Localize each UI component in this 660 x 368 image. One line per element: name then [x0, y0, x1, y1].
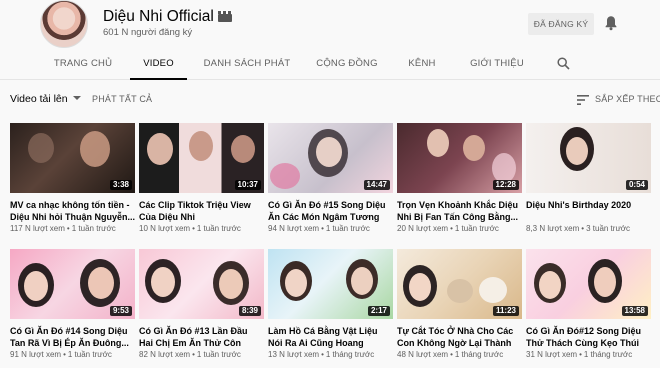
video-title[interactable]: Diệu Nhi's Birthday 2020: [526, 199, 651, 211]
upload-age: 1 tuần trước: [325, 224, 370, 233]
uploads-dropdown[interactable]: Video tải lên: [10, 92, 81, 106]
video-meta: 48 N lượt xem • 1 tháng trước: [397, 350, 504, 359]
view-count: 20 N lượt xem: [397, 224, 449, 233]
video-meta: 117 N lượt xem • 1 tuần trước: [10, 224, 116, 233]
video-thumbnail[interactable]: 3:38: [10, 123, 135, 193]
channel-header: Diệu Nhi Official 601 N người đăng ký ĐÃ…: [0, 0, 660, 48]
video-meta: 20 N lượt xem • 1 tuần trước: [397, 224, 499, 233]
channel-name-text: Diệu Nhi Official: [103, 8, 214, 25]
video-meta: 82 N lượt xem • 1 tuần trước: [139, 350, 241, 359]
video-thumbnail[interactable]: 9:53: [10, 249, 135, 319]
video-title[interactable]: Tự Cắt Tóc Ở Nhà Cho Các Con Không Ngờ L…: [397, 325, 522, 349]
video-title[interactable]: MV ca nhạc không tốn tiền - Diệu Nhi hỏi…: [10, 199, 135, 223]
video-duration: 11:23: [492, 306, 519, 316]
videos-toolbar: Video tải lên PHÁT TẤT CẢ SẮP XẾP THEO: [0, 88, 660, 112]
sort-icon[interactable]: [577, 95, 589, 105]
video-duration: 2:17: [367, 306, 390, 316]
video-duration: 14:47: [363, 180, 390, 190]
video-meta: 31 N lượt xem • 1 tháng trước: [526, 350, 633, 359]
upload-age: 1 tháng trước: [583, 350, 633, 359]
video-title[interactable]: Các Clip Tiktok Triệu View Của Diệu Nhi: [139, 199, 264, 223]
video-card[interactable]: 8:39 Có Gì Ăn Đó #13 Lần Đầu Hai Chị Em …: [139, 249, 264, 368]
view-count: 31 N lượt xem: [526, 350, 578, 359]
video-grid: 3:38 MV ca nhạc không tốn tiền - Diệu Nh…: [10, 123, 652, 368]
play-all-button[interactable]: PHÁT TẤT CẢ: [92, 93, 152, 105]
video-duration: 13:58: [621, 306, 648, 316]
upload-age: 3 tuần trước: [586, 224, 631, 233]
video-duration: 10:37: [234, 180, 261, 190]
video-thumbnail[interactable]: 10:37: [139, 123, 264, 193]
video-title[interactable]: Trọn Vẹn Khoảnh Khắc Diệu Nhi Bị Fan Tấn…: [397, 199, 522, 223]
upload-age: 1 tuần trước: [67, 350, 112, 359]
video-meta: 94 N lượt xem • 1 tuần trước: [268, 224, 370, 233]
video-meta: 10 N lượt xem • 1 tuần trước: [139, 224, 241, 233]
video-thumbnail[interactable]: 14:47: [268, 123, 393, 193]
tab-home[interactable]: TRANG CHỦ: [49, 48, 117, 80]
video-meta: 8,3 N lượt xem • 3 tuần trước: [526, 224, 631, 233]
caret-down-icon: [72, 96, 81, 100]
channel-name: Diệu Nhi Official: [103, 7, 232, 26]
video-card[interactable]: 9:53 Có Gì Ăn Đó #14 Song Diệu Tan Rã Vì…: [10, 249, 135, 368]
sort-button[interactable]: SẮP XẾP THEO: [595, 93, 660, 105]
subscriber-count: 601 N người đăng ký: [103, 27, 193, 38]
video-card[interactable]: 14:47 Có Gì Ăn Đó #15 Song Diệu Ăn Các M…: [268, 123, 393, 243]
channel-avatar[interactable]: [40, 0, 88, 48]
video-duration: 12:28: [492, 180, 519, 190]
video-thumbnail[interactable]: 11:23: [397, 249, 522, 319]
tab-video[interactable]: VIDEO: [130, 48, 187, 80]
video-duration: 9:53: [109, 306, 132, 316]
upload-age: 1 tuần trước: [71, 224, 116, 233]
video-card[interactable]: 0:54 Diệu Nhi's Birthday 2020 8,3 N lượt…: [526, 123, 651, 243]
view-count: 91 N lượt xem: [10, 350, 62, 359]
video-duration: 8:39: [238, 306, 261, 316]
view-count: 82 N lượt xem: [139, 350, 191, 359]
video-thumbnail[interactable]: 12:28: [397, 123, 522, 193]
tab-about[interactable]: GIỚI THIỆU: [465, 48, 529, 80]
video-title[interactable]: Có Gì Ăn Đó#12 Song Diệu Thử Thách Cùng …: [526, 325, 651, 349]
upload-age: 1 tháng trước: [454, 350, 504, 359]
tab-community[interactable]: CỘNG ĐỒNG: [311, 48, 383, 80]
subscribed-button[interactable]: ĐÃ ĐĂNG KÝ: [528, 13, 594, 35]
video-card[interactable]: 10:37 Các Clip Tiktok Triệu View Của Diệ…: [139, 123, 264, 243]
bell-icon[interactable]: [604, 15, 618, 31]
video-meta: 91 N lượt xem • 1 tuần trước: [10, 350, 112, 359]
upload-age: 1 tuần trước: [196, 224, 241, 233]
tab-playlists[interactable]: DANH SÁCH PHÁT: [202, 48, 292, 80]
tab-channels[interactable]: KÊNH: [401, 48, 443, 80]
video-meta: 13 N lượt xem • 1 tháng trước: [268, 350, 375, 359]
video-card[interactable]: 11:23 Tự Cắt Tóc Ở Nhà Cho Các Con Không…: [397, 249, 522, 368]
video-title[interactable]: Có Gì Ăn Đó #15 Song Diệu Ăn Các Món Ngâ…: [268, 199, 393, 223]
upload-age: 1 tháng trước: [325, 350, 375, 359]
video-title[interactable]: Làm Hồ Cá Bằng Vật Liệu Nói Ra Ai Cũng H…: [268, 325, 393, 349]
view-count: 94 N lượt xem: [268, 224, 320, 233]
video-card[interactable]: 13:58 Có Gì Ăn Đó#12 Song Diệu Thử Thách…: [526, 249, 651, 368]
upload-age: 1 tuần trước: [196, 350, 241, 359]
search-icon[interactable]: [557, 57, 570, 70]
video-card[interactable]: 3:38 MV ca nhạc không tốn tiền - Diệu Nh…: [10, 123, 135, 243]
view-count: 10 N lượt xem: [139, 224, 191, 233]
video-card[interactable]: 2:17 Làm Hồ Cá Bằng Vật Liệu Nói Ra Ai C…: [268, 249, 393, 368]
view-count: 8,3 N lượt xem: [526, 224, 580, 233]
view-count: 117 N lượt xem: [10, 224, 65, 233]
clapperboard-icon: [217, 11, 232, 22]
video-thumbnail[interactable]: 8:39: [139, 249, 264, 319]
video-title[interactable]: Có Gì Ăn Đó #13 Lần Đầu Hai Chị Em Ăn Th…: [139, 325, 264, 349]
video-title[interactable]: Có Gì Ăn Đó #14 Song Diệu Tan Rã Vì Bị É…: [10, 325, 135, 349]
view-count: 48 N lượt xem: [397, 350, 449, 359]
video-thumbnail[interactable]: 0:54: [526, 123, 651, 193]
video-thumbnail[interactable]: 2:17: [268, 249, 393, 319]
uploads-dropdown-label: Video tải lên: [10, 93, 68, 105]
video-card[interactable]: 12:28 Trọn Vẹn Khoảnh Khắc Diệu Nhi Bị F…: [397, 123, 522, 243]
view-count: 13 N lượt xem: [268, 350, 320, 359]
video-duration: 3:38: [109, 180, 132, 190]
upload-age: 1 tuần trước: [454, 224, 499, 233]
video-thumbnail[interactable]: 13:58: [526, 249, 651, 319]
video-duration: 0:54: [625, 180, 648, 190]
